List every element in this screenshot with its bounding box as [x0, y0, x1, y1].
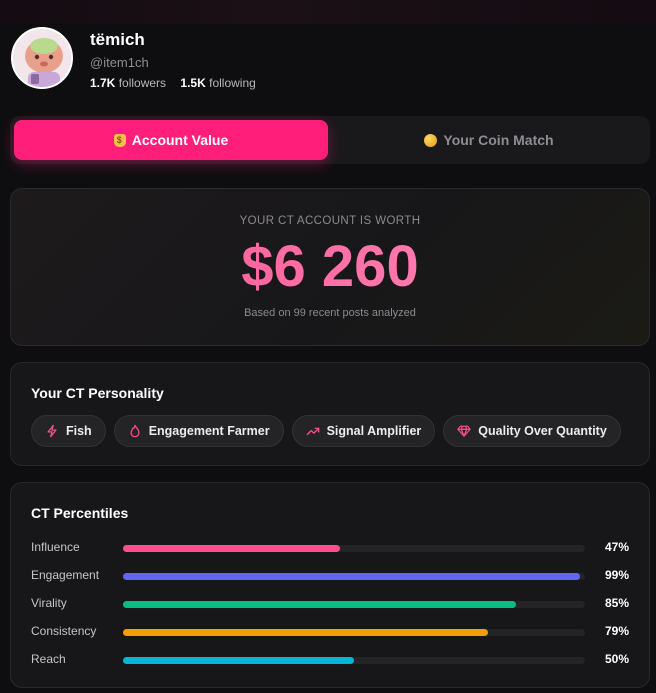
lightning-icon [47, 424, 57, 438]
tab-coin-match-label: Your Coin Match [443, 132, 554, 148]
percentile-label: Engagement [31, 568, 100, 582]
percentiles-title: CT Percentiles [31, 505, 129, 521]
percentile-value: 79% [604, 624, 629, 638]
profile-handle: @item1ch [90, 55, 149, 70]
percentiles-card: CT Percentiles Influence 47% Engagement … [10, 482, 650, 688]
coin-icon [424, 133, 438, 147]
percentile-row-reach: Reach 50% [31, 650, 631, 670]
top-gradient-bar [0, 0, 656, 24]
profile-stats: 1.7K followers 1.5K following [90, 76, 256, 90]
chip-fish[interactable]: Fish [31, 415, 106, 447]
profile-name: tëmich [90, 30, 145, 49]
percentile-fill [123, 657, 354, 664]
account-value-card: YOUR CT ACCOUNT IS WORTH $6 260 Based on… [10, 188, 650, 346]
percentile-fill [123, 573, 581, 580]
percentile-track [123, 629, 585, 636]
diamond-icon [457, 425, 471, 437]
account-value-label: YOUR CT ACCOUNT IS WORTH [239, 215, 421, 227]
tab-account-value[interactable]: Account Value [14, 120, 328, 160]
avatar[interactable] [11, 27, 73, 89]
followers-label: followers [118, 76, 167, 90]
percentile-track [123, 657, 585, 664]
percentile-track [123, 545, 585, 552]
percentile-label: Consistency [31, 624, 97, 638]
chip-label: Signal Amplifier [326, 424, 422, 438]
percentile-value: 47% [604, 540, 629, 554]
percentile-row-consistency: Consistency 79% [31, 622, 631, 642]
percentile-fill [123, 601, 516, 608]
avatar-image [13, 29, 71, 87]
personality-card: Your CT Personality Fish Engagement Farm… [10, 362, 650, 466]
followers-count: 1.7K [90, 76, 116, 90]
percentile-value: 50% [604, 652, 629, 666]
chip-label: Engagement Farmer [148, 424, 270, 438]
percentile-row-influence: Influence 47% [31, 538, 631, 558]
percentile-label: Reach [31, 652, 66, 666]
tab-account-value-label: Account Value [131, 132, 229, 148]
percentile-value: 99% [604, 568, 629, 582]
percentile-track [123, 601, 585, 608]
percentile-label: Virality [31, 596, 67, 610]
account-value-subtitle: Based on 99 recent posts analyzed [244, 307, 416, 319]
trending-up-icon [306, 427, 319, 436]
following-count: 1.5K [180, 76, 206, 90]
money-bag-icon [113, 133, 126, 147]
profile-header: tëmich @item1ch 1.7K followers 1.5K foll… [11, 27, 651, 93]
percentile-value: 85% [604, 596, 629, 610]
chip-engagement-farmer[interactable]: Engagement Farmer [113, 415, 284, 447]
chip-label: Fish [66, 424, 92, 438]
following-label: following [209, 76, 256, 90]
percentile-row-engagement: Engagement 99% [31, 566, 631, 586]
personality-chips: Fish Engagement Farmer Signal Amplifier … [31, 415, 621, 447]
view-tabs: Account Value Your Coin Match [10, 116, 650, 164]
percentile-fill [123, 629, 488, 636]
account-value-amount: $6 260 [11, 235, 649, 299]
flame-icon [130, 424, 140, 438]
tab-coin-match[interactable]: Your Coin Match [332, 120, 646, 160]
percentile-label: Influence [31, 540, 80, 554]
percentile-track [123, 573, 585, 580]
percentile-fill [123, 545, 341, 552]
chip-label: Quality Over Quantity [478, 424, 607, 438]
chip-quality-over-quantity[interactable]: Quality Over Quantity [443, 415, 621, 447]
personality-title: Your CT Personality [31, 385, 164, 401]
chip-signal-amplifier[interactable]: Signal Amplifier [291, 415, 436, 447]
percentile-row-virality: Virality 85% [31, 594, 631, 614]
